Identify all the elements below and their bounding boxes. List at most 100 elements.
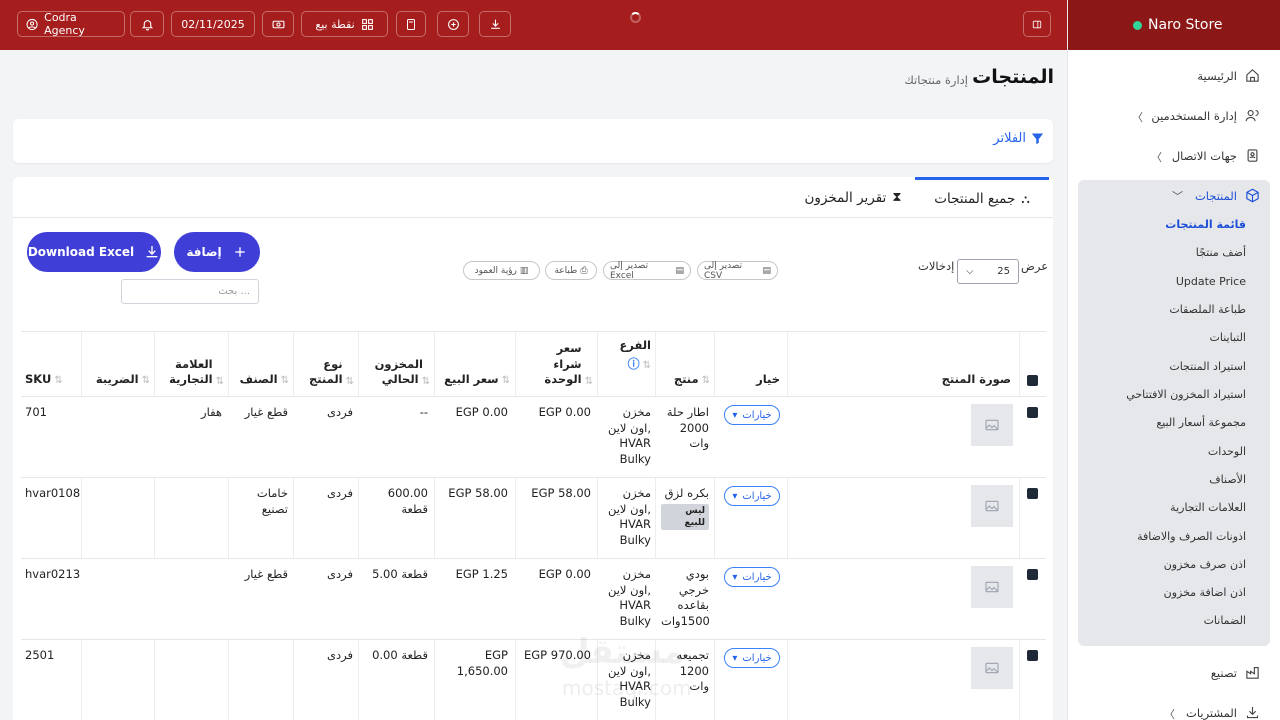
caret-down-icon: ▾ xyxy=(732,490,738,502)
sidebar: Naro Store الرئيسية إدارة المستخدمين 〈 ج… xyxy=(1067,0,1280,720)
sidebar-sub-warranties[interactable]: الضمانات xyxy=(1204,614,1246,627)
header-image: صورة المنتج xyxy=(941,372,1011,386)
cash-button[interactable] xyxy=(262,11,294,37)
sidebar-item-manufacturing[interactable]: تصنيع xyxy=(1211,665,1260,680)
add-product-button[interactable]: إضافة xyxy=(174,232,260,272)
bell-icon xyxy=(141,19,153,30)
entries-label: إدخالات xyxy=(918,259,955,273)
export-excel-button[interactable]: تصدير إلى Excel ▤ xyxy=(603,260,691,281)
date-display[interactable]: 02/11/2025 xyxy=(171,11,255,37)
button-label: تصدير إلى Excel xyxy=(610,260,649,281)
header-label: الضريبة xyxy=(95,372,139,386)
sidebar-sub-stock-add[interactable]: اذن اضافة مخزون xyxy=(1164,586,1246,599)
sort-icon: ⇅ xyxy=(345,375,354,387)
entries-select[interactable]: ⌵ 25 xyxy=(957,259,1019,284)
sort-icon: ⇅ xyxy=(584,375,593,387)
select-all-checkbox[interactable] xyxy=(1027,375,1038,386)
product-thumbnail[interactable] xyxy=(971,566,1013,608)
header-sell-price[interactable]: سعر البيع ⇅ xyxy=(434,372,510,388)
header-tax[interactable]: الضريبة ⇅ xyxy=(81,372,150,388)
cell-type: فردى xyxy=(327,405,353,419)
sidebar-sub-selling-price-groups[interactable]: مجموعة أسعار البيع xyxy=(1156,416,1246,429)
sidebar-sub-product-list[interactable]: قائمة المنتجات xyxy=(1165,218,1246,231)
add-circle-button[interactable] xyxy=(437,11,469,37)
row-checkbox[interactable] xyxy=(1027,488,1038,499)
sidebar-sub-import-products[interactable]: استيراد المنتجات xyxy=(1169,360,1246,373)
row-checkbox[interactable] xyxy=(1027,650,1038,661)
sidebar-toggle-button[interactable] xyxy=(1023,11,1051,37)
row-options-button[interactable]: ▾ خيارات xyxy=(724,567,780,587)
header-type[interactable]: نوع المنتج ⇅ xyxy=(293,356,354,388)
pos-button[interactable]: نقطة بيع xyxy=(301,11,388,37)
download-excel-button[interactable]: Download Excel xyxy=(27,232,161,272)
loading-spinner-icon xyxy=(630,12,641,23)
header-category[interactable]: الصنف ⇅ xyxy=(228,372,289,388)
sidebar-item-products[interactable]: المنتجات xyxy=(1195,188,1260,203)
home-icon xyxy=(1246,69,1259,82)
sidebar-sub-print-labels[interactable]: طباعة الملصقات xyxy=(1169,303,1246,316)
row-checkbox[interactable] xyxy=(1027,569,1038,580)
column-visibility-button[interactable]: رؤية العمود ▥ xyxy=(463,261,540,280)
columns-icon: ▥ xyxy=(519,265,529,276)
tab-label: جميع المنتجات xyxy=(934,191,1016,207)
header-brand[interactable]: العلامة التجارية ⇅ xyxy=(154,356,224,388)
sidebar-sub-add-product[interactable]: أضف منتجًا xyxy=(1196,246,1246,259)
header-sku[interactable]: SKU ⇅ xyxy=(25,372,77,388)
cell-unit-cost: EGP 0.00 xyxy=(538,405,591,419)
image-icon xyxy=(985,581,999,593)
sidebar-item-home[interactable]: الرئيسية xyxy=(1197,68,1260,83)
button-label: رؤية العمود xyxy=(474,265,517,276)
plus-icon xyxy=(235,247,245,257)
sidebar-sub-update-price[interactable]: Update Price xyxy=(1176,275,1246,288)
cell-stock: 5.00 قطعة xyxy=(372,567,428,581)
chevron-left-icon: 〈 xyxy=(1151,151,1162,164)
hourglass-icon: ⧗ xyxy=(892,190,902,205)
calculator-button[interactable] xyxy=(396,11,426,37)
header-label: سعر البيع xyxy=(444,372,499,386)
row-options-button[interactable]: ▾ خيارات xyxy=(724,405,780,425)
print-button[interactable]: طباعة ⎙ xyxy=(545,261,597,280)
download-button[interactable] xyxy=(479,11,511,37)
product-thumbnail[interactable] xyxy=(971,485,1013,527)
notifications-button[interactable] xyxy=(130,11,164,37)
sidebar-item-contacts[interactable]: جهات الاتصال xyxy=(1172,148,1260,163)
sidebar-item-label: الرئيسية xyxy=(1197,68,1237,83)
header-label: منتج xyxy=(673,372,699,386)
row-options-button[interactable]: ▾ خيارات xyxy=(724,648,780,668)
sidebar-sub-units[interactable]: الوحدات xyxy=(1208,445,1246,458)
sidebar-item-label: جهات الاتصال xyxy=(1171,148,1237,163)
cell-type: فردى xyxy=(327,567,353,581)
filters-toggle[interactable]: الفلاتر xyxy=(993,131,1045,146)
row-checkbox[interactable] xyxy=(1027,407,1038,418)
brand[interactable]: Naro Store xyxy=(1068,0,1280,50)
filters-label: الفلاتر xyxy=(993,131,1026,146)
header-unit-cost[interactable]: سعر شراء الوحدة ⇅ xyxy=(515,341,593,388)
sidebar-item-purchases[interactable]: المشتريات xyxy=(1186,705,1260,720)
header-branch[interactable]: ⓘ ⇅ الفرع xyxy=(597,338,651,372)
sidebar-sub-brands[interactable]: العلامات التجارية xyxy=(1170,501,1246,514)
agency-button[interactable]: Codra Agency xyxy=(17,11,125,37)
show-label: عرض xyxy=(1021,259,1049,273)
header-label: SKU xyxy=(25,372,52,386)
header-stock[interactable]: المخزون الحالي ⇅ xyxy=(358,356,430,388)
chevron-left-icon: 〈 xyxy=(1132,111,1143,124)
sidebar-sub-stock-vouchers[interactable]: اذونات الصرف والاضافة xyxy=(1137,530,1246,543)
search-input[interactable]: بحث ... xyxy=(121,279,259,304)
user-circle-icon xyxy=(26,18,38,30)
tab-stock-report[interactable]: تقرير المخزون ⧗ xyxy=(798,177,908,218)
cell-sku: hvar0213 xyxy=(25,567,81,581)
sidebar-sub-stock-issue[interactable]: اذن صرف مخزون xyxy=(1164,558,1246,571)
tab-all-products[interactable]: جميع المنتجات ⛬ xyxy=(915,177,1049,218)
sidebar-sub-categories[interactable]: الأصناف xyxy=(1209,473,1246,486)
product-thumbnail[interactable] xyxy=(971,647,1013,689)
sidebar-sub-import-opening-stock[interactable]: استيراد المخزون الافتتاحي xyxy=(1126,388,1246,401)
tabs: جميع المنتجات ⛬ تقرير المخزون ⧗ xyxy=(13,177,1053,218)
sidebar-item-users[interactable]: إدارة المستخدمين xyxy=(1151,108,1260,123)
product-thumbnail[interactable] xyxy=(971,404,1013,446)
header-product[interactable]: منتج ⇅ xyxy=(655,372,710,388)
sidebar-sub-variations[interactable]: التباينات xyxy=(1210,331,1247,344)
export-csv-button[interactable]: تصدير إلى CSV ▤ xyxy=(697,261,778,281)
cell-product: بكره لزق ليس للبيع xyxy=(661,486,709,530)
row-options-button[interactable]: ▾ خيارات xyxy=(724,486,780,506)
sort-icon: ⇅ xyxy=(141,375,150,387)
